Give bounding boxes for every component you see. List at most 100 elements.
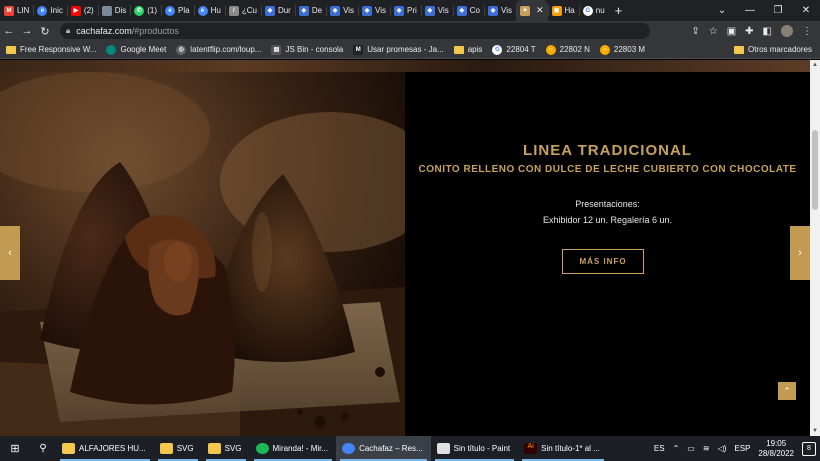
scroll-thumb[interactable] [812,130,818,210]
bookmark-item[interactable]: ▤ JS Bin - consola [271,44,343,55]
browser-toolbar: ← → ↻ 🔒︎ cachafaz.com/#productos ⇪ ☆ ▣ ✚… [0,21,820,41]
tab-4[interactable]: ✆ (1) [130,0,161,21]
tab-17[interactable]: Gnu [578,0,609,21]
windows-start-icon[interactable]: ⊞ [0,442,30,455]
chevron-up-icon[interactable]: ⌃ [673,444,680,453]
restore-button[interactable]: ❐ [764,5,792,16]
colab-icon: ○ [599,44,610,55]
cachafaz-icon: ✦ [519,5,530,16]
product-title: LINEA TRADICIONAL [523,142,692,159]
language-indicator[interactable]: ES [654,444,665,453]
battery-icon[interactable]: ▭ [687,444,695,453]
new-tab-button[interactable]: + [615,3,623,18]
shield-icon: ◆ [456,5,467,16]
folder-icon [159,443,173,454]
bookmark-item[interactable]: ○ 22803 M [599,44,645,55]
taskbar-app[interactable]: Miranda! - Mir... [250,436,337,461]
tab-3[interactable]: Dis [97,0,131,21]
tab-2[interactable]: ▶ (2) [66,0,98,21]
close-icon[interactable]: ✕ [536,5,544,16]
google-icon: G [582,5,593,16]
avatar[interactable] [781,25,793,37]
forward-button[interactable]: → [18,25,36,37]
taskbar-app[interactable]: SVG [202,436,250,461]
extension-icon[interactable]: ▣ [727,26,736,37]
share-icon[interactable]: ⇪ [691,26,699,37]
bookmark-item[interactable]: ○ 22802 N [545,44,590,55]
page-content: LINEA TRADICIONAL CONITO RELLENO CON DUL… [0,60,810,436]
gmail-icon: M [4,5,14,16]
tab-9[interactable]: ◆ De [294,0,326,21]
notifications-button[interactable]: 8 [802,441,816,456]
taskbar-app[interactable]: ALFAJORES HU... [56,436,154,461]
presentations-detail: Exhibidor 12 un. Regalería 6 un. [542,215,673,225]
page-scrollbar[interactable]: ▲ ▼ [810,60,820,436]
bookmark-item[interactable]: apis [453,45,482,54]
taskbar-app[interactable]: Ai Sin título-1* al ... [518,436,608,461]
chevron-right-icon: › [798,247,802,259]
folder-icon [453,45,464,54]
lock-icon[interactable]: 🔒︎ [66,26,70,36]
bookmark-item[interactable]: ◎ latentflip.com/loup... [176,44,261,55]
product-photo [0,72,405,436]
shield-icon: ◆ [394,5,405,16]
taskbar-app[interactable]: Cachafaz – Res... [336,436,431,461]
chevron-up-icon: ⌃ [783,385,791,396]
bookmark-item[interactable]: M Usar promesas - Ja... [353,44,444,55]
more-info-button[interactable]: MÁS INFO [562,249,644,274]
tab-14[interactable]: ◆ Co [452,0,484,21]
tab-16[interactable]: ◼ Ha [547,0,579,21]
windows-taskbar: ⊞ ⚲ ALFAJORES HU... SVG SVG Miranda! - M… [0,436,820,461]
taskbar-app[interactable]: Sin título - Paint [431,436,518,461]
keyboard-indicator[interactable]: ESP [734,444,750,453]
bookmarks-bar: Free Responsive W... Google Meet ◎ latent… [0,41,820,59]
paint-icon [436,443,450,454]
page-icon [101,5,112,16]
tab-8[interactable]: ◆ Dur [260,0,295,21]
tab-15[interactable]: ◆ Vis [484,0,516,21]
search-icon[interactable]: ⚲ [30,443,56,454]
chevron-down-icon[interactable]: ⌄ [708,5,736,16]
scroll-to-top-button[interactable]: ⌃ [778,382,796,400]
tab-5[interactable]: e Pla [161,0,194,21]
tab-active-cachafaz[interactable]: ✦ ✕ [515,0,548,21]
bookmark-item[interactable]: G 22804 T [492,44,536,55]
volume-icon[interactable]: ◁) [718,444,727,453]
chevron-left-icon: ‹ [8,247,12,259]
tab-0[interactable]: M LIN [0,0,33,21]
shield-icon: ◆ [330,5,341,16]
illustrator-icon: Ai [524,443,538,454]
scroll-up-icon[interactable]: ▲ [810,60,820,70]
reload-button[interactable]: ↻ [36,25,54,38]
bookmark-item[interactable]: Free Responsive W... [6,45,96,54]
tab-10[interactable]: ◆ Vis [326,0,358,21]
carousel-next-button[interactable]: › [790,226,810,280]
clock[interactable]: 19:05 28/8/2022 [758,439,794,459]
chrome-icon: e [165,5,176,16]
header-image-strip [0,60,810,72]
star-icon[interactable]: ☆ [709,26,718,37]
tab-6[interactable]: e Hu [193,0,225,21]
tab-12[interactable]: ◆ Pri [390,0,421,21]
carousel-prev-button[interactable]: ‹ [0,226,20,280]
folder-icon [62,443,75,454]
tab-11[interactable]: ◆ Vis [358,0,390,21]
spotify-icon [255,443,269,454]
tab-1[interactable]: e Inic [33,0,66,21]
wifi-icon[interactable]: ≋ [703,444,710,453]
other-bookmarks[interactable]: Otros marcadores [733,45,820,54]
minimize-button[interactable]: — [736,5,764,16]
address-bar[interactable]: 🔒︎ cachafaz.com/#productos [60,23,650,39]
scroll-down-icon[interactable]: ▼ [810,426,820,436]
bookmark-item[interactable]: Google Meet [106,44,166,55]
tab-7[interactable]: / ¿Cu [224,0,261,21]
chrome-icon: e [37,5,48,16]
taskbar-app[interactable]: SVG [154,436,202,461]
tab-13[interactable]: ◆ Vis [420,0,453,21]
close-window-button[interactable]: ✕ [792,5,820,16]
menu-icon[interactable]: ⋮ [802,26,812,37]
back-button[interactable]: ← [0,25,18,37]
sidebar-icon[interactable]: ◧ [763,26,772,37]
puzzle-icon[interactable]: ✚ [745,26,753,37]
system-tray: ES ⌃ ▭ ≋ ◁) ESP 19:05 28/8/2022 8 [654,439,820,459]
